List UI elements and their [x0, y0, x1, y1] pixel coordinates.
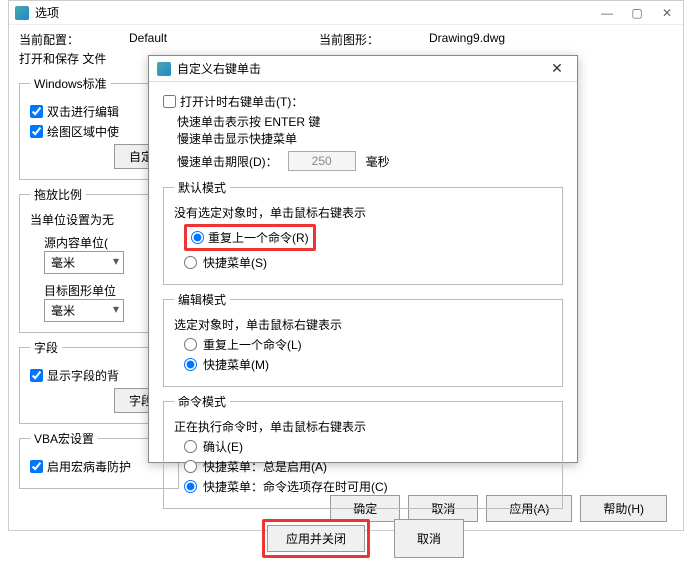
- default-mode-legend: 默认模式: [174, 179, 230, 196]
- group-edit-mode: 编辑模式 选定对象时，单击鼠标右键表示 重复上一个命令(L) 快捷菜单(M): [163, 291, 563, 387]
- dialog-cancel-button[interactable]: 取消: [394, 519, 464, 558]
- help-button[interactable]: 帮助(H): [580, 495, 667, 522]
- tab-labels: 打开和保存 文件: [19, 52, 106, 66]
- radio-default-menu[interactable]: [184, 256, 197, 269]
- cb-region-label: 绘图区域中使: [47, 123, 119, 140]
- app-icon: [15, 6, 29, 20]
- group-field-legend: 字段: [30, 339, 62, 356]
- radio-default-repeat[interactable]: [191, 231, 204, 244]
- slow-limit-unit: 毫秒: [366, 153, 390, 170]
- highlight-apply-close: 应用并关闭: [262, 519, 370, 558]
- cb-dblclick-edit[interactable]: [30, 105, 43, 118]
- current-drawing-value: Drawing9.dwg: [429, 31, 619, 48]
- cb-timer-label: 打开计时右键单击(T)：: [180, 93, 303, 110]
- current-config-label: 当前配置：: [19, 31, 129, 48]
- radio-cmd-menu-opt[interactable]: [184, 480, 197, 493]
- cb-timer-rclick[interactable]: [163, 95, 176, 108]
- group-vba-legend: VBA宏设置: [30, 430, 98, 447]
- radio-cmd-menu-opt-label: 快捷菜单：命令选项存在时可用(C): [203, 478, 388, 495]
- dialog-close-icon[interactable]: ✕: [545, 60, 569, 77]
- cmd-mode-legend: 命令模式: [174, 393, 230, 410]
- dst-unit-select[interactable]: 毫米: [44, 299, 124, 322]
- cb-draw-region[interactable]: [30, 125, 43, 138]
- main-title: 选项: [35, 4, 59, 21]
- cb-show-field-bg[interactable]: [30, 369, 43, 382]
- dialog-app-icon: [157, 62, 171, 76]
- window-controls: — ▢ ✕: [597, 6, 677, 20]
- group-windows-legend: Windows标准: [30, 75, 111, 92]
- radio-cmd-confirm[interactable]: [184, 440, 197, 453]
- dialog-body: 打开计时右键单击(T)： 快速单击表示按 ENTER 键 慢速单击显示快捷菜单 …: [149, 82, 577, 566]
- radio-cmd-menu-always[interactable]: [184, 460, 197, 473]
- src-unit-select[interactable]: 毫米: [44, 251, 124, 274]
- radio-edit-menu-label: 快捷菜单(M): [203, 356, 269, 373]
- right-click-dialog: 自定义右键单击 ✕ 打开计时右键单击(T)： 快速单击表示按 ENTER 键 慢…: [148, 55, 578, 463]
- minimize-icon[interactable]: —: [597, 6, 617, 20]
- group-scale-legend: 拖放比例: [30, 186, 86, 203]
- cb-virus-label: 启用宏病毒防护: [47, 458, 131, 475]
- radio-default-repeat-label: 重复上一个命令(R): [208, 229, 309, 246]
- radio-cmd-menu-always-label: 快捷菜单：总是启用(A): [203, 458, 327, 475]
- current-config-value: Default: [129, 31, 319, 48]
- maximize-icon[interactable]: ▢: [627, 6, 647, 20]
- radio-edit-repeat[interactable]: [184, 338, 197, 351]
- group-default-mode: 默认模式 没有选定对象时，单击鼠标右键表示 重复上一个命令(R) 快捷菜单(S): [163, 179, 563, 285]
- dialog-button-row: 应用并关闭 取消: [163, 519, 563, 558]
- info-row: 当前配置： Default 当前图形： Drawing9.dwg: [9, 25, 683, 50]
- dialog-title: 自定义右键单击: [177, 60, 261, 77]
- current-drawing-label: 当前图形：: [319, 31, 429, 48]
- close-icon[interactable]: ✕: [657, 6, 677, 20]
- default-mode-desc: 没有选定对象时，单击鼠标右键表示: [174, 204, 552, 221]
- cb-virus-protect[interactable]: [30, 460, 43, 473]
- main-titlebar: 选项 — ▢ ✕: [9, 1, 683, 25]
- slow-click-note: 慢速单击显示快捷菜单: [177, 130, 563, 147]
- apply-close-button[interactable]: 应用并关闭: [267, 525, 365, 552]
- cb-field-label: 显示字段的背: [47, 367, 119, 384]
- slow-limit-input[interactable]: 250: [288, 151, 356, 171]
- fast-click-note: 快速单击表示按 ENTER 键: [177, 113, 563, 130]
- group-command-mode: 命令模式 正在执行命令时，单击鼠标右键表示 确认(E) 快捷菜单：总是启用(A)…: [163, 393, 563, 509]
- edit-mode-legend: 编辑模式: [174, 291, 230, 308]
- radio-edit-repeat-label: 重复上一个命令(L): [203, 336, 302, 353]
- radio-default-menu-label: 快捷菜单(S): [203, 254, 267, 271]
- radio-cmd-confirm-label: 确认(E): [203, 438, 243, 455]
- cmd-mode-desc: 正在执行命令时，单击鼠标右键表示: [174, 418, 552, 435]
- edit-mode-desc: 选定对象时，单击鼠标右键表示: [174, 316, 552, 333]
- radio-edit-menu[interactable]: [184, 358, 197, 371]
- dialog-titlebar: 自定义右键单击 ✕: [149, 56, 577, 82]
- highlight-repeat-option: 重复上一个命令(R): [184, 224, 316, 251]
- slow-limit-label: 慢速单击期限(D)：: [177, 153, 278, 170]
- cb-dblclick-label: 双击进行编辑: [47, 103, 119, 120]
